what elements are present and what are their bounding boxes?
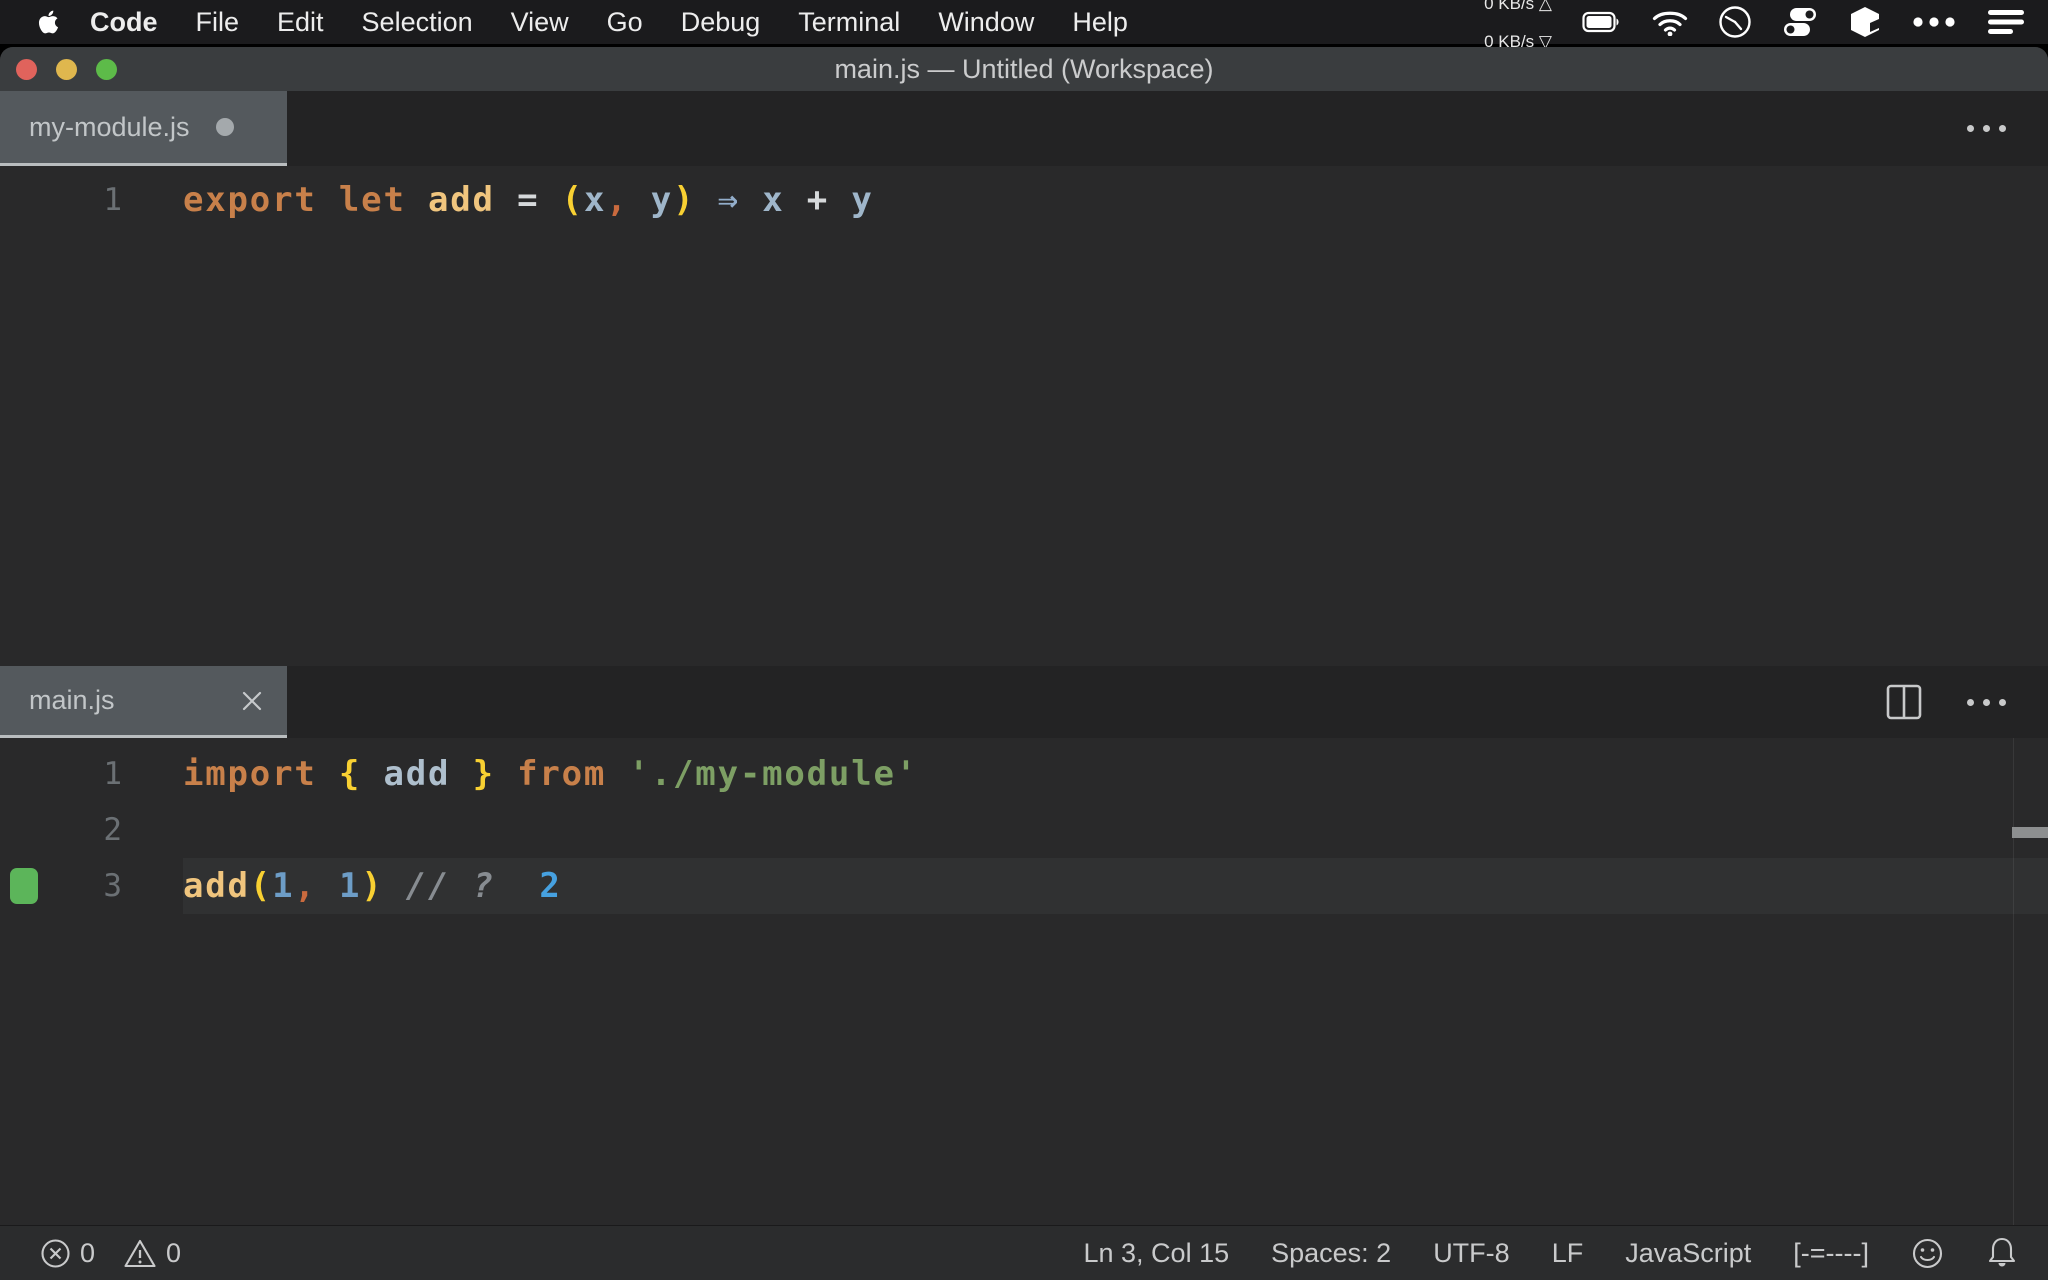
- list-icon[interactable]: [1986, 8, 2026, 36]
- upload-speed: 0 KB/s △: [1484, 0, 1552, 13]
- tab-label: my-module.js: [29, 112, 190, 143]
- split-editor-icon[interactable]: [1885, 683, 1923, 721]
- warning-count: 0: [166, 1238, 181, 1269]
- overview-ruler-marker[interactable]: [2012, 827, 2048, 838]
- close-window-button[interactable]: [16, 59, 37, 80]
- encoding-setting[interactable]: UTF-8: [1433, 1238, 1510, 1269]
- problems-errors[interactable]: 0: [40, 1238, 95, 1269]
- vscode-window: main.js — Untitled (Workspace) my-module…: [0, 47, 2048, 1280]
- minimize-window-button[interactable]: [56, 59, 77, 80]
- window-title: main.js — Untitled (Workspace): [834, 54, 1213, 85]
- editor-main-js[interactable]: 1 import { add } from './my-module' 23 add(…: [0, 738, 2048, 1225]
- code-text: import { add } from './my-module': [183, 746, 2048, 802]
- code-line[interactable]: 1 import { add } from './my-module': [0, 746, 2048, 802]
- ellipsis-icon[interactable]: [1912, 17, 1956, 27]
- quokka-coverage-marker-icon: [10, 868, 38, 904]
- more-actions-icon[interactable]: [1967, 125, 2006, 132]
- status-bar: 0 0 Ln 3, Col 15 Spaces: 2 UTF-8 LF Java…: [0, 1225, 2048, 1280]
- tab-main-js[interactable]: main.js: [0, 666, 287, 738]
- clock-icon[interactable]: [1718, 5, 1752, 39]
- menu-item-go[interactable]: Go: [588, 7, 662, 38]
- error-icon: [40, 1238, 71, 1269]
- editor-my-module-js[interactable]: 1 export let add = (x, y) ⇒ x + y: [0, 166, 2048, 666]
- notifications-bell-icon[interactable]: [1986, 1236, 2018, 1270]
- cube-icon[interactable]: [1848, 5, 1882, 39]
- editor-gutter: 1: [0, 746, 183, 802]
- toggles-icon[interactable]: [1782, 6, 1818, 38]
- line-number: 1: [103, 172, 122, 228]
- language-mode[interactable]: JavaScript: [1625, 1238, 1751, 1269]
- macos-menu-bar: Code File Edit Selection View Go Debug T…: [0, 0, 2048, 44]
- code-text: add(1, 1) // ? 2: [183, 858, 2048, 914]
- code-text: [183, 802, 2048, 858]
- menu-item-file[interactable]: File: [177, 7, 259, 38]
- code-line[interactable]: 2: [0, 802, 2048, 858]
- tab-label: main.js: [29, 685, 115, 716]
- close-tab-icon[interactable]: [239, 688, 265, 714]
- warning-icon: [123, 1238, 157, 1269]
- editor-gutter: 1: [0, 172, 183, 228]
- problems-warnings[interactable]: 0: [123, 1238, 181, 1269]
- scrollbar-track-line: [2013, 738, 2014, 1225]
- bottom-editor-tab-bar: main.js: [0, 666, 2048, 738]
- eol-setting[interactable]: LF: [1552, 1238, 1584, 1269]
- editor-gutter: 3: [0, 858, 183, 914]
- code-line[interactable]: 1 export let add = (x, y) ⇒ x + y: [0, 172, 2048, 228]
- error-count: 0: [80, 1238, 95, 1269]
- modified-dot-icon[interactable]: [216, 118, 234, 136]
- menu-item-terminal[interactable]: Terminal: [779, 7, 919, 38]
- wifi-icon[interactable]: [1652, 8, 1688, 36]
- zoom-window-button[interactable]: [96, 59, 117, 80]
- cursor-position[interactable]: Ln 3, Col 15: [1084, 1238, 1230, 1269]
- tab-my-module-js[interactable]: my-module.js: [0, 91, 287, 166]
- line-number: 3: [103, 858, 122, 914]
- code-line[interactable]: 3 add(1, 1) // ? 2: [0, 858, 2048, 914]
- menu-item-debug[interactable]: Debug: [662, 7, 780, 38]
- menu-item-window[interactable]: Window: [919, 7, 1053, 38]
- quokka-status[interactable]: [-=----]: [1793, 1238, 1869, 1269]
- line-number: 1: [103, 746, 122, 802]
- menu-item-code[interactable]: Code: [71, 7, 177, 38]
- menu-item-edit[interactable]: Edit: [258, 7, 343, 38]
- battery-icon[interactable]: [1582, 9, 1622, 35]
- menu-item-view[interactable]: View: [492, 7, 588, 38]
- code-text: export let add = (x, y) ⇒ x + y: [183, 172, 2048, 228]
- editor-gutter: 2: [0, 802, 183, 858]
- more-actions-icon[interactable]: [1967, 699, 2006, 706]
- menu-item-help[interactable]: Help: [1053, 7, 1147, 38]
- apple-menu-icon[interactable]: [38, 9, 59, 35]
- window-title-bar[interactable]: main.js — Untitled (Workspace): [0, 47, 2048, 91]
- window-controls: [16, 47, 117, 91]
- feedback-smiley-icon[interactable]: [1911, 1237, 1944, 1270]
- line-number: 2: [103, 802, 122, 858]
- menu-item-selection[interactable]: Selection: [343, 7, 492, 38]
- top-editor-tab-bar: my-module.js: [0, 91, 2048, 166]
- indentation-setting[interactable]: Spaces: 2: [1271, 1238, 1391, 1269]
